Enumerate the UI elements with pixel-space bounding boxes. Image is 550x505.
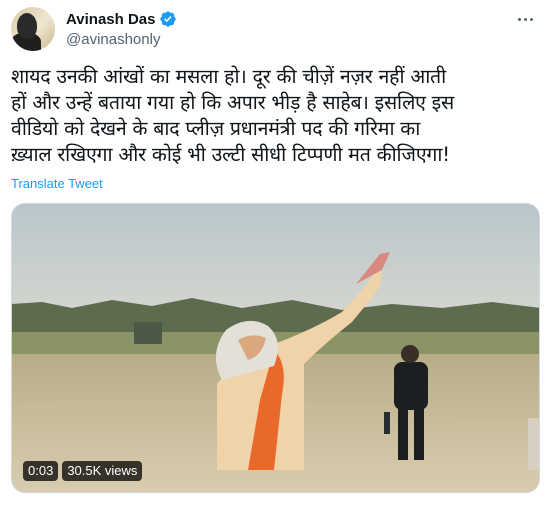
video-duration: 0:03 bbox=[23, 461, 59, 481]
name-row: Avinash Das bbox=[66, 9, 177, 29]
author-info: Avinash Das @avinashonly bbox=[66, 9, 177, 48]
display-name[interactable]: Avinash Das bbox=[66, 11, 155, 28]
avatar[interactable] bbox=[11, 7, 55, 51]
tweet[interactable]: Avinash Das @avinashonly शायद उनकी आंखों… bbox=[0, 0, 550, 505]
video-player[interactable] bbox=[11, 203, 540, 493]
video-overlay-badges: 0:03 30.5K views bbox=[23, 461, 143, 481]
tweet-text-line: ख़्याल रखिएगा और कोई भी उल्टी सीधी टिप्प… bbox=[11, 143, 450, 166]
avatar-head bbox=[17, 13, 37, 39]
tweet-text-line: हों और उन्हें बताया गया हो कि अपार भीड़ … bbox=[11, 91, 455, 114]
video-thumbnail bbox=[12, 204, 539, 492]
translate-tweet-link[interactable]: Translate Tweet bbox=[11, 176, 103, 191]
tweet-text: शायद उनकी आंखों का मसला हो। दूर की चीज़े… bbox=[11, 64, 539, 168]
tweet-text-line: वीडियो को देखने के बाद प्लीज़ प्रधानमंत्… bbox=[11, 117, 421, 140]
video-views: 30.5K views bbox=[62, 461, 143, 481]
author-handle[interactable]: @avinashonly bbox=[66, 31, 177, 48]
verified-badge-icon bbox=[160, 11, 177, 27]
tweet-text-line: शायद उनकी आंखों का मसला हो। दूर की चीज़े… bbox=[11, 65, 447, 88]
more-dots-icon[interactable] bbox=[514, 8, 536, 30]
